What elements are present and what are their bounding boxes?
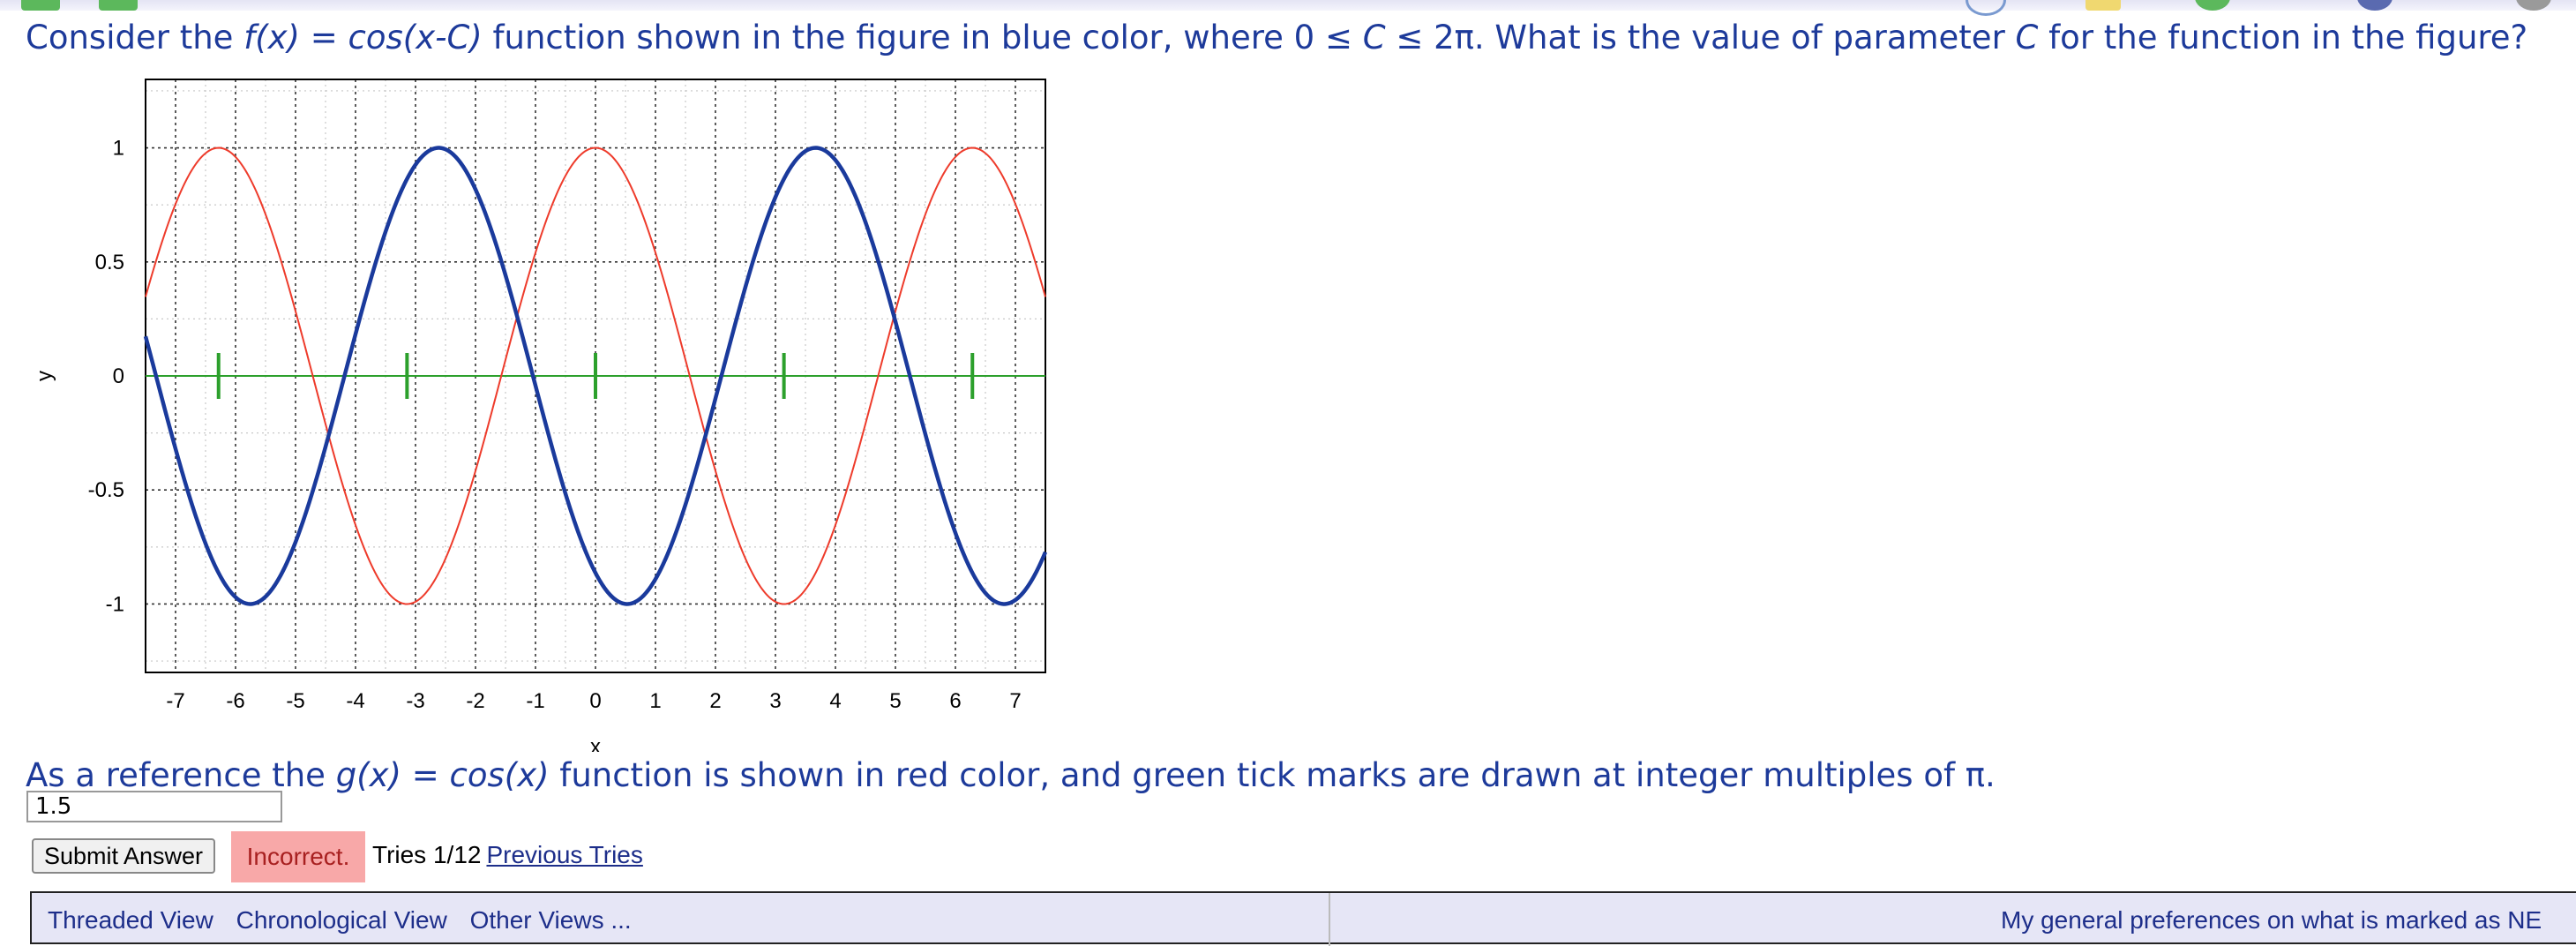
x-axis-label: x — [590, 735, 601, 752]
previous-tries-link[interactable]: Previous Tries — [486, 841, 642, 868]
y-tick-label: 1 — [113, 137, 124, 161]
status-badge: Incorrect. — [231, 831, 365, 882]
x-tick-label: 3 — [769, 689, 781, 713]
forward-arrow-icon[interactable] — [99, 0, 138, 11]
chronological-view-link[interactable]: Chronological View — [236, 906, 447, 934]
reference-text: As a reference the g(x) = cos(x) functio… — [26, 756, 1996, 794]
x-tick-label: -2 — [466, 689, 484, 713]
cosine-plot: -7 -6 -5 -4 -3 -2 -1 0 1 2 3 4 5 6 7 -1 -0.5 0 0.5 1 x y — [33, 79, 1048, 752]
tries-info: Tries 1/12 Previous Tries — [372, 841, 643, 869]
y-tick-label: 0 — [113, 364, 124, 388]
x-tick-label: -4 — [346, 689, 364, 713]
x-tick-label: -6 — [226, 689, 244, 713]
x-tick-label: 5 — [889, 689, 901, 713]
other-views-link[interactable]: Other Views ... — [470, 906, 632, 934]
x-tick-label: 1 — [649, 689, 661, 713]
browser-toolbar-strip — [0, 0, 2576, 11]
x-tick-label: 6 — [949, 689, 961, 713]
x-tick-label: 2 — [709, 689, 721, 713]
question-text: Consider the f(x) = cos(x-C) function sh… — [26, 19, 2528, 56]
preferences-link[interactable]: My general preferences on what is marked… — [2001, 906, 2542, 935]
x-tick-label: -7 — [166, 689, 184, 713]
y-axis-label: y — [33, 371, 56, 381]
x-tick-label: 7 — [1009, 689, 1021, 713]
note-icon[interactable] — [2086, 0, 2121, 11]
discussion-divider — [1329, 893, 1330, 946]
y-tick-label: -0.5 — [88, 478, 124, 502]
discussion-bar: Threaded View Chronological View Other V… — [30, 891, 2576, 946]
x-tick-label: -5 — [286, 689, 304, 713]
x-tick-label: 4 — [829, 689, 841, 713]
x-tick-label: -1 — [526, 689, 544, 713]
x-tick-label: -3 — [406, 689, 424, 713]
y-tick-label: 0.5 — [95, 251, 124, 274]
threaded-view-link[interactable]: Threaded View — [48, 906, 213, 934]
tries-count: Tries 1/12 — [372, 841, 482, 868]
submit-answer-button[interactable]: Submit Answer — [32, 838, 215, 874]
x-tick-label: 0 — [589, 689, 601, 713]
y-tick-label: -1 — [106, 592, 124, 616]
back-arrow-icon[interactable] — [21, 0, 60, 11]
answer-input[interactable] — [26, 791, 282, 822]
